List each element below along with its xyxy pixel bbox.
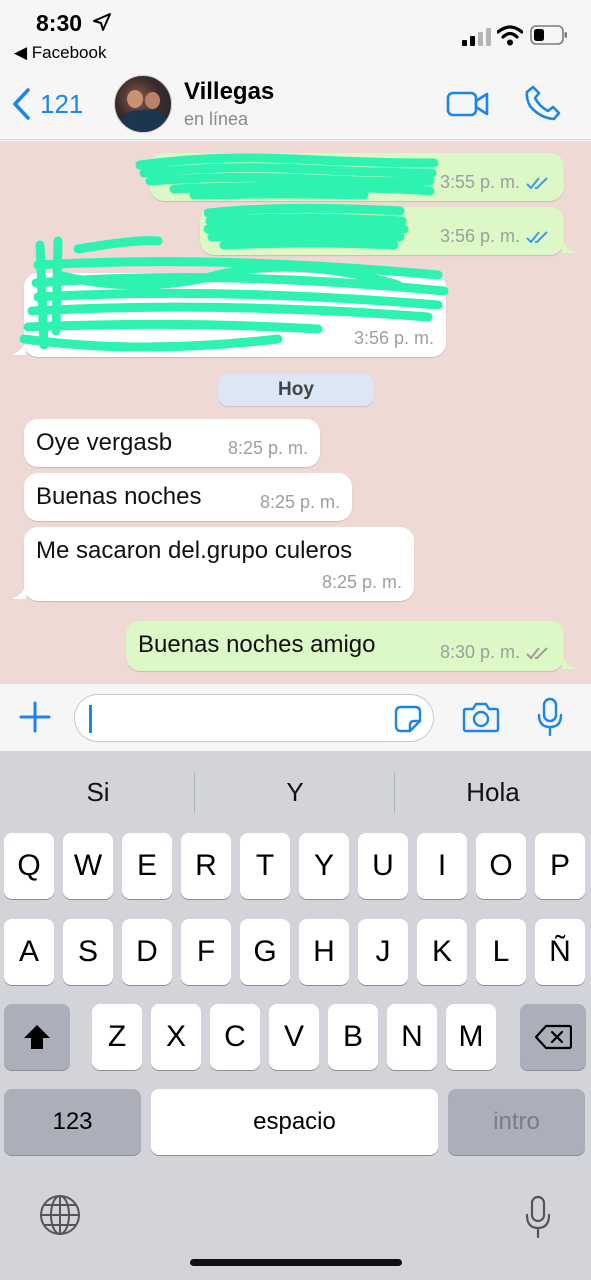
predictive-bar: Si Y Hola [0,751,591,833]
key-j[interactable]: J [358,919,408,985]
message-input[interactable] [95,703,385,733]
key-k[interactable]: K [417,919,467,985]
unread-count: 121 [40,88,84,119]
message-incoming[interactable]: Me sacaron del.grupo culeros 8:25 p. m. [24,527,414,601]
key-x[interactable]: X [151,1004,201,1070]
message-meta: 3:56 p. m. [440,226,552,247]
message-time: 3:55 p. m. [439,172,520,192]
globe-icon[interactable] [38,1193,82,1237]
contact-name[interactable]: Villegas [184,78,274,106]
suggestion-hola[interactable]: Hola [395,777,591,808]
message-time: 8:30 p. m. [439,642,520,662]
suggestion-y[interactable]: Y [197,777,393,808]
key-z[interactable]: Z [92,1004,142,1070]
phone-icon[interactable] [524,84,562,122]
message-meta: 8:25 p. m. [322,572,402,593]
message-text: Buenas noches amigo [138,631,376,658]
message-incoming[interactable]: Oye vergasb 8:25 p. m. [24,419,320,467]
message-incoming[interactable]: Buenas noches 8:25 p. m. [24,473,352,521]
message-text: Buenas noches [36,483,202,510]
key-s[interactable]: S [63,919,113,985]
key-d[interactable]: D [122,919,172,985]
message-meta: 8:25 p. m. [228,438,308,459]
message-outgoing[interactable]: Buenas noches amigo 8:30 p. m. [126,621,564,671]
double-check-icon [526,230,548,243]
key-o[interactable]: O [476,833,526,899]
key-r[interactable]: R [181,833,231,899]
avatar[interactable] [114,75,172,133]
chat-header: 121 Villegas en línea [0,68,591,140]
bubble-tail [562,239,576,253]
camera-icon[interactable] [462,700,500,734]
shift-icon [24,1025,50,1049]
suggestion-si[interactable]: Si [0,777,196,808]
message-input-field[interactable] [74,694,434,742]
bubble-tail [12,585,26,599]
sticker-icon[interactable] [393,704,423,734]
bubble-tail [562,655,576,669]
dictation-mic-icon[interactable] [524,1195,552,1239]
signal-icon [462,28,491,46]
backspace-key[interactable] [520,1004,586,1070]
key-w[interactable]: W [63,833,113,899]
key-n-tilde[interactable]: Ñ [535,919,585,985]
key-a[interactable]: A [4,919,54,985]
presence-status: en línea [184,109,249,129]
composer-bar [0,683,591,751]
key-y[interactable]: Y [299,833,349,899]
double-check-icon [526,646,548,659]
message-text: Oye vergasb [36,429,173,456]
key-n[interactable]: N [387,1004,437,1070]
key-q[interactable]: Q [4,833,54,899]
location-arrow-icon [93,13,111,31]
back-to-app-link[interactable]: ◀ Facebook [14,43,106,63]
return-key[interactable]: intro [448,1089,585,1155]
message-text: Me sacaron del.grupo culeros [36,537,353,564]
shift-key[interactable] [4,1004,70,1070]
wifi-icon [497,25,523,46]
key-p[interactable]: P [535,833,585,899]
keyboard: Si Y Hola Q W E R T Y U I O P A S D F G … [0,751,591,1280]
chevron-left-icon [13,88,30,120]
key-b[interactable]: B [328,1004,378,1070]
back-button[interactable]: 121 [10,86,83,122]
home-indicator[interactable] [190,1259,402,1266]
battery-icon [530,25,567,45]
key-c[interactable]: C [210,1004,260,1070]
double-check-icon [526,176,548,189]
date-separator: Hoy [218,374,374,406]
backspace-icon [534,1024,573,1050]
text-caret [89,705,92,733]
key-e[interactable]: E [122,833,172,899]
key-g[interactable]: G [240,919,290,985]
plus-icon[interactable] [18,700,52,734]
key-l[interactable]: L [476,919,526,985]
status-bar: 8:30 ◀ Facebook [0,0,591,68]
message-time: 3:56 p. m. [439,226,520,246]
message-time: 8:25 p. m. [259,492,340,512]
suggestion-divider [194,773,195,813]
numbers-key[interactable]: 123 [4,1089,141,1155]
message-meta: 8:30 p. m. [440,642,552,663]
key-f[interactable]: F [181,919,231,985]
status-time: 8:30 [36,10,83,36]
video-call-icon[interactable] [446,88,490,120]
redaction-scribble [19,236,449,352]
key-v[interactable]: V [269,1004,319,1070]
microphone-icon[interactable] [536,697,564,737]
message-time: 8:25 p. m. [227,438,308,458]
message-meta: 8:25 p. m. [260,492,340,513]
key-u[interactable]: U [358,833,408,899]
key-m[interactable]: M [446,1004,496,1070]
message-time: 8:25 p. m. [321,572,402,592]
key-i[interactable]: I [417,833,467,899]
message-list[interactable]: 3:55 p. m. 3:56 p. m. 3:56 p. m. Hoy Oye… [0,141,591,683]
key-t[interactable]: T [240,833,290,899]
space-key[interactable]: espacio [151,1089,438,1155]
message-meta: 3:55 p. m. [440,172,552,193]
redaction-scribble [135,153,439,200]
key-h[interactable]: H [299,919,349,985]
